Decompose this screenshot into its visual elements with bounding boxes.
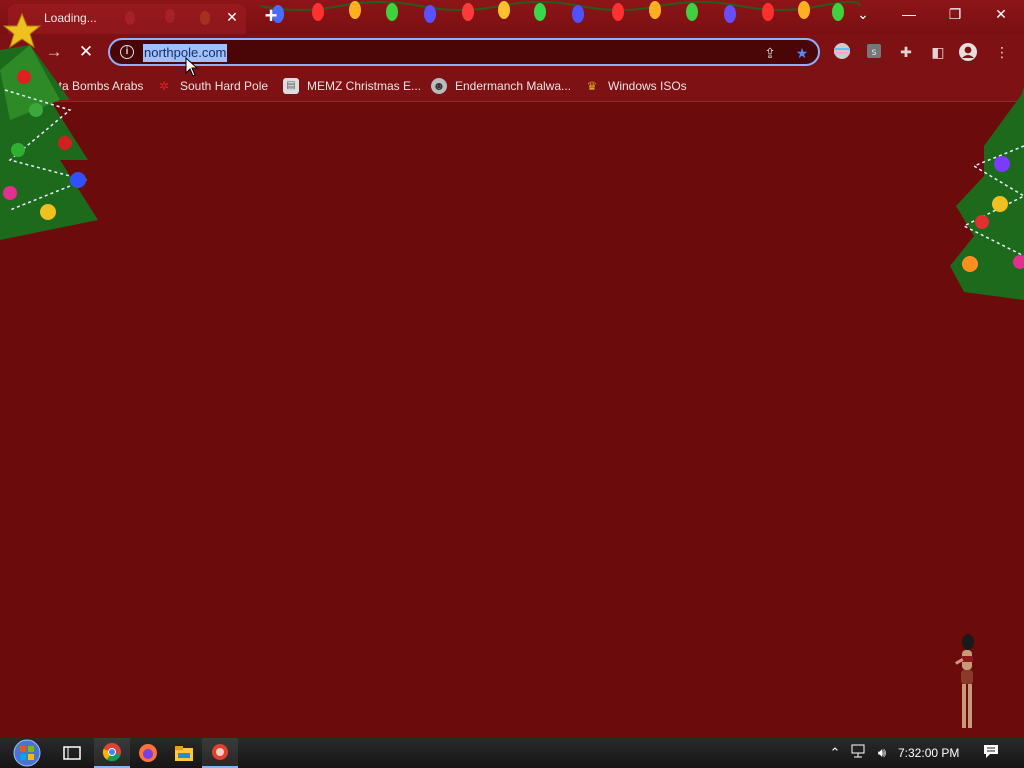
bookmarks-bar: ata Bombs Arabs ✲ South Hard Pole ▤ MEMZ…	[0, 70, 1024, 102]
extension-flag-icon[interactable]	[832, 42, 852, 62]
side-panel-icon[interactable]: ◧	[928, 42, 948, 62]
notifications-icon[interactable]	[982, 744, 1000, 762]
browser-toolbar: ← → ✕ i northpole.com ⇪ ★ s ✚ ◧ ⋮	[0, 34, 1024, 70]
windows-start-icon[interactable]	[6, 738, 48, 768]
dancing-figure-decoration	[955, 634, 974, 728]
profile-avatar-icon[interactable]	[958, 42, 978, 62]
new-tab-plus-icon[interactable]: +	[260, 5, 282, 28]
file-explorer-icon[interactable]	[166, 738, 202, 768]
tab-search-chevron-down-icon[interactable]: ⌄	[840, 0, 886, 30]
bookmark-label: South Hard Pole	[180, 79, 269, 93]
mouse-cursor-icon	[185, 57, 199, 77]
firefox-icon[interactable]	[130, 738, 166, 768]
christmas-tree-right-decoration	[950, 86, 1024, 300]
restore-icon[interactable]: ❐	[932, 0, 978, 30]
page-icon: ▤	[283, 78, 299, 94]
share-icon[interactable]: ⇪	[760, 43, 780, 63]
extension-s-icon[interactable]: s	[864, 42, 884, 62]
site-info-icon[interactable]: i	[120, 45, 134, 59]
address-bar[interactable]: i northpole.com ⇪ ★	[108, 38, 820, 66]
bookmark-item[interactable]: ✲ South Hard Pole	[156, 76, 268, 96]
buddha-icon: ♛	[586, 79, 598, 93]
bookmark-label: MEMZ Christmas E...	[307, 79, 422, 93]
show-hidden-icons-chevron-up-icon[interactable]: ⌃	[826, 744, 844, 762]
bookmark-star-icon[interactable]: ★	[792, 43, 812, 63]
tab-close-icon[interactable]: ✕	[224, 9, 240, 25]
snowflake-icon: ✲	[158, 79, 170, 93]
taskbar-clock[interactable]: 7:32:00 PM	[898, 746, 959, 760]
app-icon[interactable]	[202, 738, 238, 768]
christmas-tree-left-decoration	[0, 12, 98, 240]
bookmark-label: Windows ISOs	[608, 79, 687, 93]
bookmark-label: Endermanch Malwa...	[455, 79, 572, 93]
page-content	[0, 103, 1024, 738]
network-icon[interactable]	[850, 744, 868, 762]
bookmark-item[interactable]: ☻ Endermanch Malwa...	[431, 76, 571, 96]
extensions-puzzle-icon[interactable]: ✚	[896, 42, 916, 62]
taskbar: ⌃ 🔊︎ 7:32:00 PM	[0, 738, 1024, 768]
menu-kebab-icon[interactable]: ⋮	[992, 42, 1012, 62]
task-view-icon[interactable]	[54, 738, 90, 768]
volume-icon[interactable]: 🔊︎	[873, 744, 891, 762]
window-close-icon[interactable]: ✕	[978, 0, 1024, 30]
title-bar: Loading... ✕ + ⌄ — ❐ ✕	[0, 0, 1024, 34]
raccoon-icon: ☻	[431, 78, 447, 94]
bookmark-item[interactable]: ▤ MEMZ Christmas E...	[283, 76, 421, 96]
chrome-icon[interactable]	[94, 738, 130, 768]
bookmark-item[interactable]: ♛ Windows ISOs	[584, 76, 687, 96]
svg-text:s: s	[871, 47, 876, 58]
minimize-icon[interactable]: —	[886, 0, 932, 30]
